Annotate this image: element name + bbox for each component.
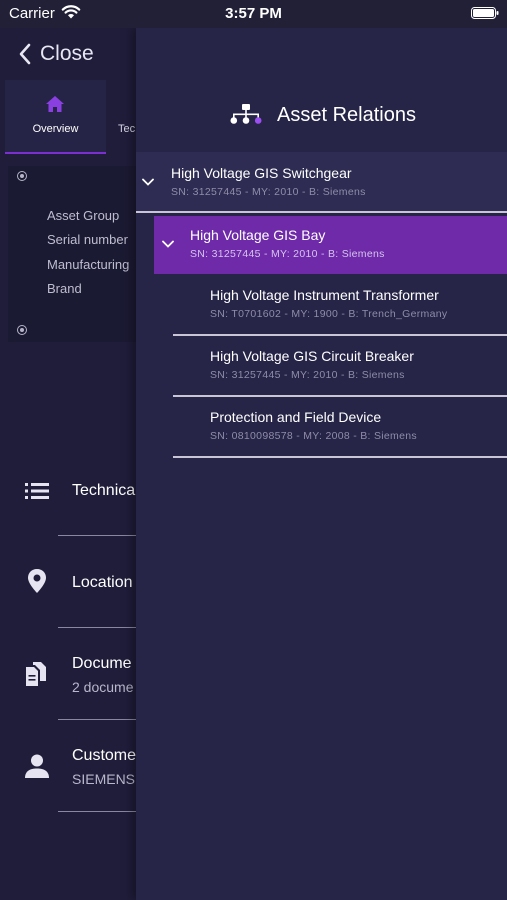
tab-technical[interactable]: Tec	[118, 123, 135, 135]
list-icon	[25, 483, 49, 499]
node-meta: SN: 31257445 - MY: 2010 - B: Siemens	[171, 186, 366, 198]
list-item-subtitle: SIEMENS	[72, 771, 136, 787]
drawer-header: Asset Relations	[136, 90, 507, 140]
info-manufacturing: Manufacturing	[47, 257, 130, 272]
relation-node-protection-device[interactable]: Protection and Field Device SN: 08100985…	[173, 400, 507, 458]
relation-node-gis-bay[interactable]: High Voltage GIS Bay SN: 31257445 - MY: …	[154, 216, 507, 274]
divider	[58, 535, 136, 536]
info-serial-number: Serial number	[47, 232, 128, 247]
relation-node-circuit-breaker[interactable]: High Voltage GIS Circuit Breaker SN: 312…	[173, 339, 507, 397]
divider	[173, 395, 507, 397]
list-item-title: Docume	[72, 655, 132, 672]
node-meta: SN: 31257445 - MY: 2010 - B: Siemens	[190, 248, 385, 260]
close-button[interactable]: Close	[18, 40, 94, 68]
chevron-down-icon[interactable]	[142, 178, 154, 186]
list-item-customer[interactable]: Custome SIEMENS	[0, 735, 136, 815]
list-item-title: Custome	[72, 747, 136, 764]
drawer-title: Asset Relations	[277, 104, 416, 126]
list-item-title: Technica	[72, 482, 136, 499]
divider	[58, 719, 136, 720]
info-brand: Brand	[47, 281, 82, 296]
divider	[173, 334, 507, 336]
person-icon	[25, 754, 49, 778]
info-asset-group: Asset Group	[47, 208, 120, 223]
location-pin-icon	[28, 569, 46, 593]
hierarchy-icon	[230, 104, 262, 124]
relation-node-instrument-transformer[interactable]: High Voltage Instrument Transformer SN: …	[173, 278, 507, 336]
divider	[136, 211, 507, 213]
battery-icon	[471, 7, 499, 19]
home-icon	[46, 96, 64, 112]
clock: 3:57 PM	[225, 5, 282, 22]
radio-icon	[17, 171, 27, 181]
list-item-subtitle: 2 docume	[72, 679, 134, 695]
node-title: High Voltage Instrument Transformer	[210, 287, 439, 303]
node-title: High Voltage GIS Switchgear	[171, 165, 352, 181]
documents-icon	[26, 662, 46, 686]
list-item-technical[interactable]: Technica	[0, 460, 136, 540]
node-meta: SN: 0810098578 - MY: 2008 - B: Siemens	[210, 430, 417, 442]
node-meta: SN: 31257445 - MY: 2010 - B: Siemens	[210, 369, 405, 381]
node-title: Protection and Field Device	[210, 409, 382, 425]
list-item-location[interactable]: Location	[0, 552, 136, 632]
tab-overview[interactable]: Overview	[5, 80, 106, 154]
chevron-left-icon	[19, 43, 31, 65]
node-title: High Voltage GIS Circuit Breaker	[210, 348, 414, 364]
close-label: Close	[40, 42, 94, 65]
divider	[58, 627, 136, 628]
detail-tabs: Overview Tec	[5, 80, 136, 154]
overview-card: Asset Group Serial number Manufacturing …	[8, 166, 136, 342]
node-title: High Voltage GIS Bay	[190, 227, 326, 243]
chevron-down-icon[interactable]	[162, 240, 174, 248]
status-bar: Carrier 3:57 PM	[0, 0, 507, 28]
divider	[58, 811, 136, 812]
divider	[173, 456, 507, 458]
node-meta: SN: T0701602 - MY: 1900 - B: Trench_Germ…	[210, 308, 448, 320]
asset-detail-pane: Close Overview Tec Asset Group Serial nu…	[0, 28, 136, 900]
relation-node-switchgear[interactable]: High Voltage GIS Switchgear SN: 31257445…	[136, 152, 507, 213]
list-item-documents[interactable]: Docume 2 docume	[0, 643, 136, 723]
list-item-title: Location	[72, 574, 133, 591]
tab-overview-label: Overview	[32, 123, 79, 135]
asset-relations-drawer: Asset Relations High Voltage GIS Switchg…	[136, 28, 507, 900]
radio-icon	[17, 325, 27, 335]
